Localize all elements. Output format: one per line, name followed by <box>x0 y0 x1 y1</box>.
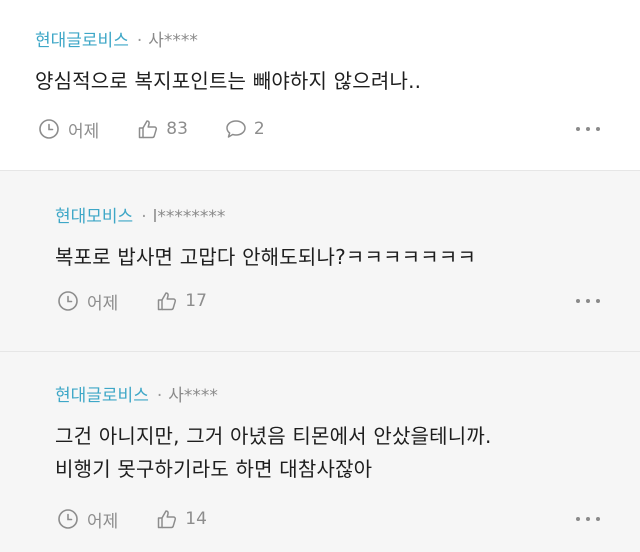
comment-meta: 현대글로비스 · 사**** <box>55 385 640 407</box>
comment-text: 양심적으로 복지포인트는 빼야하지 않으려나.. <box>35 65 640 98</box>
thumbs-up-icon <box>139 120 158 139</box>
comment-time: 어제 <box>38 117 99 142</box>
comment-text: 그건 아니지만, 그거 아녔음 티몬에서 안샀을테니까. 비행기 못구하기라도 … <box>55 420 640 486</box>
thumbs-up-icon <box>158 292 177 311</box>
reply-comment: 현대글로비스 · 사**** 그건 아니지만, 그거 아녔음 티몬에서 안샀을테… <box>0 351 640 552</box>
thumbs-up-icon <box>158 510 177 529</box>
comment-actions: 어제 83 2 <box>0 116 640 142</box>
comment-text-line: 복포로 밥사면 고맙다 안해도되나?ㅋㅋㅋㅋㅋㅋㅋ <box>55 245 477 269</box>
comment-user-id: l******** <box>152 207 226 227</box>
comment-user-id: 사**** <box>148 31 198 51</box>
more-options-icon[interactable] <box>576 296 600 306</box>
comment-author[interactable]: 현대모비스 <box>55 206 133 228</box>
comment-actions: 어제 14 <box>0 506 640 532</box>
clock-icon <box>58 291 78 311</box>
meta-separator: · <box>156 386 163 406</box>
reply-button[interactable]: 2 <box>224 118 265 140</box>
comment-text-line: 비행기 못구하기라도 하면 대참사잖아 <box>55 457 373 481</box>
comment-user-id: 사**** <box>168 386 218 406</box>
comment-text-line: 양심적으로 복지포인트는 빼야하지 않으려나.. <box>35 69 422 93</box>
comment-time-label: 어제 <box>87 511 119 532</box>
comment-meta: 현대글로비스 · 사**** <box>35 30 640 52</box>
meta-separator: · <box>141 207 147 227</box>
like-button[interactable]: 14 <box>156 508 207 530</box>
comment-time-label: 어제 <box>87 293 119 314</box>
comment-time: 어제 <box>57 289 118 314</box>
reply-comment: 현대모비스 · l******** 복포로 밥사면 고맙다 안해도되나?ㅋㅋㅋㅋ… <box>0 170 640 351</box>
comment-time: 어제 <box>57 507 118 532</box>
comment-top-level: 현대글로비스 · 사**** 양심적으로 복지포인트는 빼야하지 않으려나.. … <box>0 0 640 170</box>
comment-author[interactable]: 현대글로비스 <box>35 30 129 52</box>
more-options-icon[interactable] <box>576 124 600 134</box>
more-options-icon[interactable] <box>576 514 600 524</box>
like-count: 17 <box>185 291 207 311</box>
comment-time-label: 어제 <box>68 121 100 142</box>
comment-meta: 현대모비스 · l******** <box>55 206 640 228</box>
like-count: 83 <box>166 119 188 139</box>
clock-icon <box>58 509 78 529</box>
comment-actions: 어제 17 <box>0 288 640 314</box>
reply-count: 2 <box>253 119 265 139</box>
comment-author[interactable]: 현대글로비스 <box>55 385 149 407</box>
like-button[interactable]: 83 <box>137 118 188 140</box>
like-button[interactable]: 17 <box>156 290 207 312</box>
meta-separator: · <box>136 31 143 51</box>
speech-bubble-icon <box>226 120 246 138</box>
comment-text: 복포로 밥사면 고맙다 안해도되나?ㅋㅋㅋㅋㅋㅋㅋ <box>55 241 640 274</box>
like-count: 14 <box>185 509 207 529</box>
comment-text-line: 그건 아니지만, 그거 아녔음 티몬에서 안샀을테니까. <box>55 424 492 448</box>
clock-icon <box>39 119 59 139</box>
